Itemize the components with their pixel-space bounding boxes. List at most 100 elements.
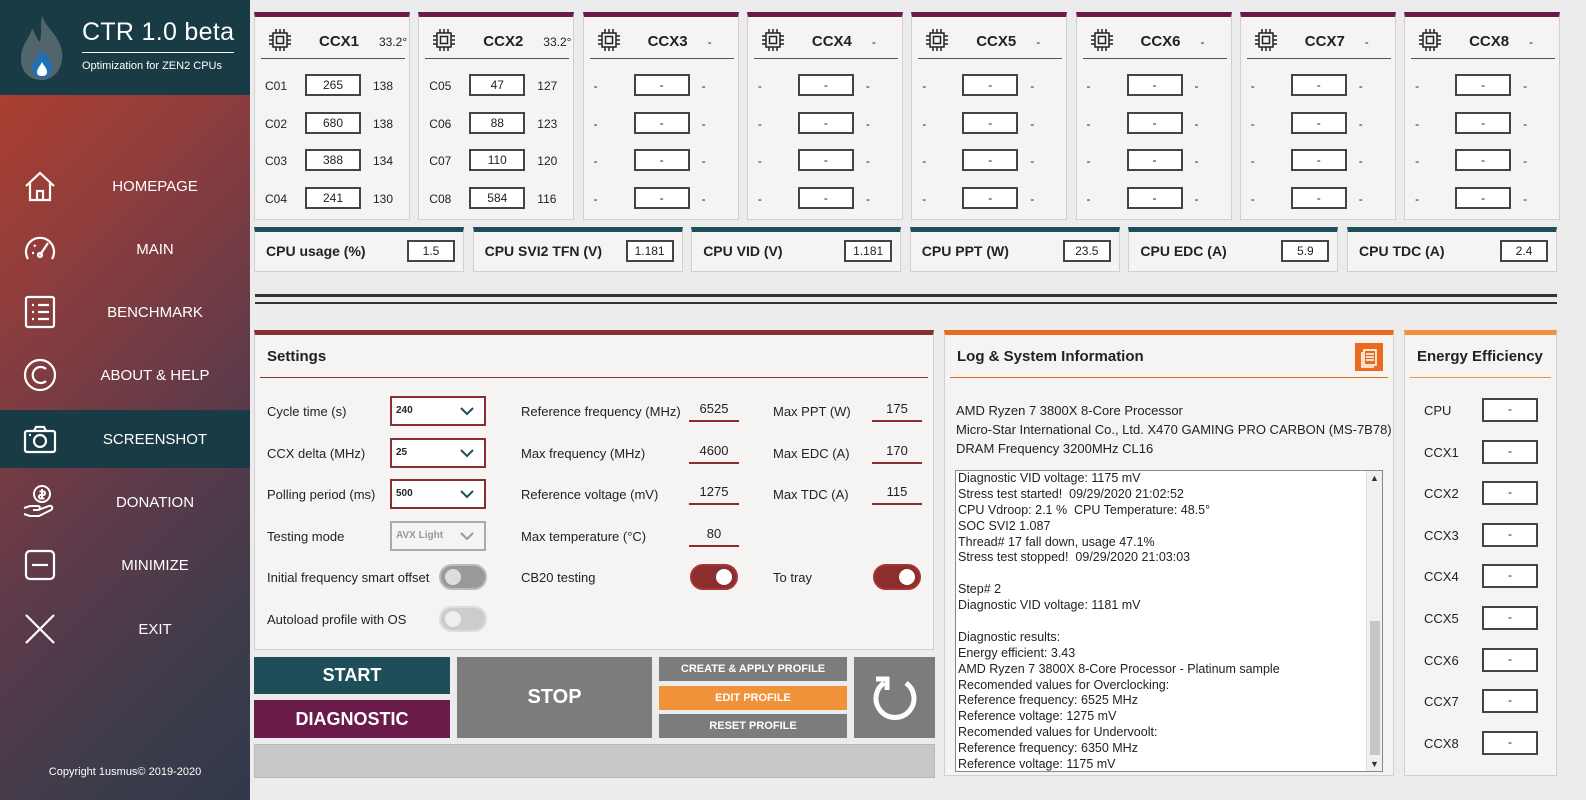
core-row: C07 110 120 bbox=[419, 149, 573, 173]
log-line: SOC SVI2 1.087 bbox=[958, 518, 1051, 533]
max-tdc-input[interactable]: 115 bbox=[872, 481, 922, 505]
log-scrollbar[interactable]: ▲ ▼ bbox=[1366, 471, 1382, 771]
scroll-up-icon[interactable]: ▲ bbox=[1370, 473, 1379, 483]
core-secondary-value: 134 bbox=[373, 154, 394, 169]
start-button[interactable]: START bbox=[254, 657, 450, 694]
ccx-panel-8: CCX8- - - - - - - - - - - - - bbox=[1404, 12, 1561, 220]
scroll-thumb[interactable] bbox=[1370, 621, 1380, 755]
cpu-chip-icon bbox=[1254, 29, 1277, 51]
core-row: --- bbox=[1241, 74, 1395, 98]
log-textarea[interactable]: Diagnostic VID voltage: 1175 mV Stress te… bbox=[955, 470, 1383, 772]
ccx-name: CCX7 bbox=[1304, 33, 1345, 50]
autoload-toggle[interactable] bbox=[439, 606, 487, 632]
nav-minimize[interactable]: MINIMIZE bbox=[0, 536, 250, 594]
nav-homepage[interactable]: HOMEPAGE bbox=[0, 157, 250, 215]
core-secondary-value: - bbox=[1030, 154, 1035, 169]
copy-log-button[interactable] bbox=[1355, 343, 1383, 371]
core-id: C08 bbox=[429, 192, 452, 207]
core-row: --- bbox=[912, 111, 1066, 136]
donation-icon bbox=[23, 485, 54, 517]
core-value: - bbox=[962, 187, 1019, 210]
core-value: - bbox=[1126, 187, 1183, 210]
core-row: --- bbox=[1405, 74, 1559, 98]
smart-offset-toggle[interactable] bbox=[439, 564, 487, 590]
max-ppt-input[interactable]: 175 bbox=[872, 398, 922, 422]
meter-4: CPU EDC (A) 5.9 bbox=[1128, 227, 1339, 272]
core-row: C08 584 116 bbox=[419, 187, 573, 211]
max-edc-input[interactable]: 170 bbox=[872, 440, 922, 464]
app-title: CTR 1.0 beta bbox=[82, 18, 235, 46]
core-row: --- bbox=[1405, 187, 1559, 211]
max-temp-input[interactable]: 80 bbox=[689, 523, 739, 547]
nav-main[interactable]: MAIN bbox=[0, 220, 250, 278]
core-secondary-value: 116 bbox=[537, 192, 557, 207]
diagnostic-button[interactable]: DIAGNOSTIC bbox=[254, 700, 450, 738]
ref-volt-input[interactable]: 1275 bbox=[689, 481, 739, 505]
nav-about-help[interactable]: ABOUT & HELP bbox=[0, 346, 250, 404]
cpu-chip-icon bbox=[1090, 29, 1113, 51]
core-secondary-value: - bbox=[865, 116, 870, 131]
max-freq-input[interactable]: 4600 bbox=[689, 440, 739, 464]
edit-profile-button[interactable]: EDIT PROFILE bbox=[659, 686, 847, 710]
core-value: - bbox=[1455, 111, 1512, 134]
core-value: 88 bbox=[469, 111, 526, 134]
motherboard: Micro-Star International Co., Ltd. X470 … bbox=[956, 422, 1392, 437]
ccx-temperature: - bbox=[1036, 35, 1041, 49]
core-id: - bbox=[922, 79, 927, 93]
ccx-delta-select[interactable]: 25 bbox=[390, 438, 486, 468]
reset-profile-button[interactable]: RESET PROFILE bbox=[659, 714, 847, 738]
ref-freq-input[interactable]: 6525 bbox=[689, 398, 739, 422]
core-secondary-value: - bbox=[1358, 116, 1363, 131]
core-value: - bbox=[962, 74, 1019, 96]
core-value: - bbox=[1455, 149, 1512, 172]
meter-label: CPU PPT (W) bbox=[921, 243, 1009, 259]
core-secondary-value: - bbox=[865, 154, 870, 169]
ccx-header: CCX1 33.2° bbox=[261, 17, 407, 59]
core-secondary-value: - bbox=[1194, 79, 1199, 93]
ccx-name: CCX1 bbox=[319, 33, 360, 50]
create-apply-profile-button[interactable]: CREATE & APPLY PROFILE bbox=[659, 657, 847, 681]
copy-icon bbox=[1361, 349, 1377, 368]
core-row: --- bbox=[1405, 111, 1559, 136]
nav-screenshot[interactable]: SCREENSHOT bbox=[0, 410, 250, 468]
core-row: --- bbox=[1241, 111, 1395, 136]
cpu-model: AMD Ryzen 7 3800X 8-Core Processor bbox=[956, 403, 1183, 418]
max-tdc-label: Max TDC (A) bbox=[773, 487, 849, 502]
core-value: - bbox=[1290, 111, 1347, 134]
ccx-name: CCX3 bbox=[647, 33, 688, 50]
cpu-chip-icon bbox=[761, 29, 784, 51]
cb20-toggle[interactable] bbox=[690, 564, 738, 590]
cpu-chip-icon bbox=[433, 29, 456, 51]
core-secondary-value: - bbox=[1030, 192, 1035, 207]
nav-donation[interactable]: DONATION bbox=[0, 473, 250, 531]
energy-row: CCX2 - bbox=[1405, 481, 1556, 506]
core-value: - bbox=[1455, 187, 1512, 210]
log-line: Diagnostic VID voltage: 1175 mV bbox=[958, 471, 1141, 485]
meter-0: CPU usage (%) 1.5 bbox=[254, 227, 464, 272]
stop-button[interactable]: STOP bbox=[457, 657, 652, 738]
copyright-icon bbox=[23, 358, 57, 392]
testing-mode-select[interactable]: AVX Light bbox=[390, 521, 486, 551]
core-id: - bbox=[1086, 79, 1091, 93]
to-tray-toggle[interactable] bbox=[873, 564, 921, 590]
core-value: - bbox=[797, 74, 854, 96]
core-id: - bbox=[593, 116, 598, 131]
energy-row: CCX5 - bbox=[1405, 606, 1556, 630]
ccx-name: CCX8 bbox=[1469, 33, 1510, 50]
cycle-time-select[interactable]: 240 bbox=[390, 396, 486, 426]
nav-benchmark[interactable]: BENCHMARK bbox=[0, 283, 250, 341]
ccx-panel-2: CCX2 33.2° C05 47 127 C06 88 123 C07 110 120 C08 584… bbox=[418, 12, 575, 220]
refresh-button[interactable] bbox=[854, 657, 935, 738]
core-value: - bbox=[1455, 74, 1512, 96]
core-value: - bbox=[1126, 149, 1183, 172]
energy-row: CCX6 - bbox=[1405, 647, 1556, 672]
core-value: - bbox=[1126, 74, 1183, 96]
polling-period-select[interactable]: 500 bbox=[390, 479, 486, 509]
core-value: - bbox=[633, 149, 690, 172]
nav-exit[interactable]: EXIT bbox=[0, 600, 250, 658]
core-secondary-value: - bbox=[1358, 154, 1363, 169]
smart-offset-label: Initial frequency smart offset bbox=[267, 570, 430, 585]
core-value: - bbox=[797, 149, 854, 172]
energy-value: - bbox=[1482, 439, 1538, 464]
scroll-down-icon[interactable]: ▼ bbox=[1370, 759, 1379, 769]
